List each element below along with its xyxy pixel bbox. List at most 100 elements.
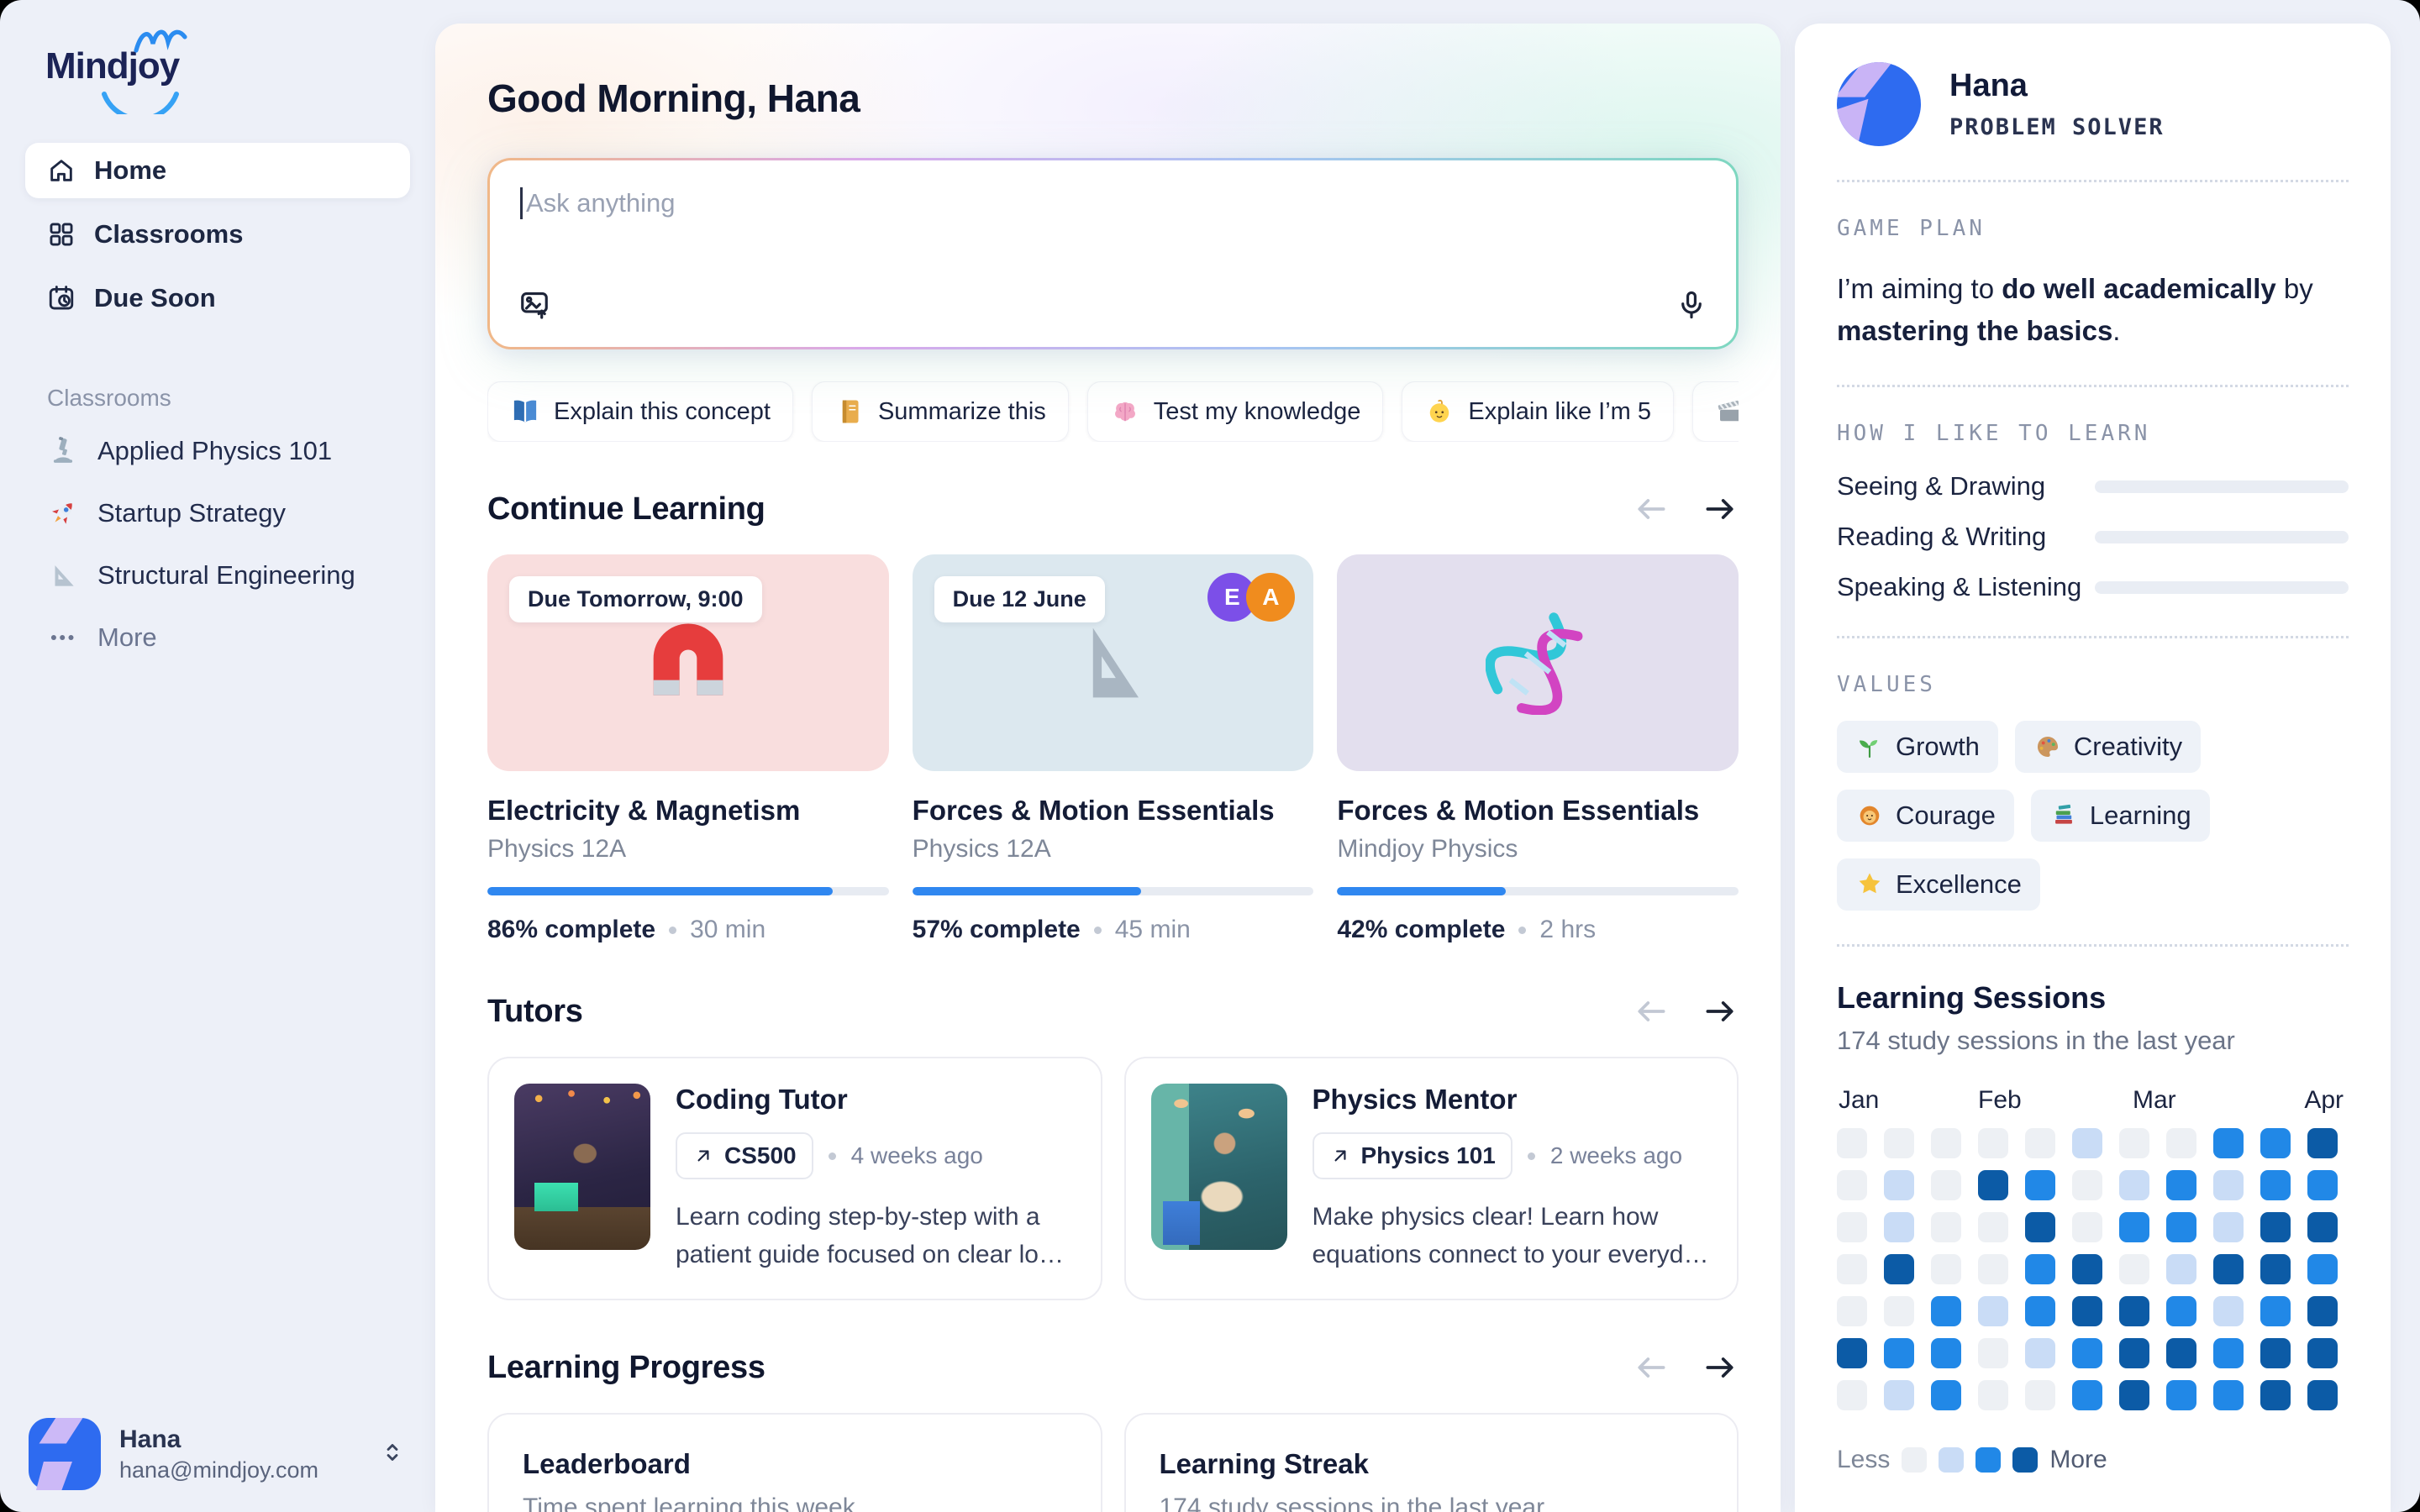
- heatmap-cell: [1884, 1128, 1914, 1158]
- heatmap-cell: [2213, 1338, 2244, 1368]
- duration-label: 30 min: [690, 916, 765, 944]
- heatmap-cell: [2119, 1296, 2149, 1326]
- heatmap-cell: [2213, 1170, 2244, 1200]
- due-badge: Due 12 June: [934, 576, 1105, 622]
- arrow-left-icon[interactable]: [1633, 491, 1670, 528]
- heatmap-cell: [2119, 1128, 2149, 1158]
- quick-action-chip[interactable]: Test my knowledge: [1087, 381, 1384, 442]
- heatmap-cell: [1931, 1338, 1961, 1368]
- arrow-left-icon[interactable]: [1633, 993, 1670, 1030]
- sidebar-classroom-item[interactable]: Startup Strategy: [25, 482, 410, 544]
- arrow-left-icon[interactable]: [1633, 1349, 1670, 1386]
- image-upload-icon[interactable]: [518, 289, 550, 325]
- progress-bar: [913, 887, 1314, 895]
- progress-card[interactable]: Leaderboard Time spent learning this wee…: [487, 1413, 1102, 1512]
- quick-action-chip[interactable]: [1692, 381, 1739, 442]
- divider: [1837, 180, 2349, 182]
- panel-user-name: Hana: [1949, 68, 2165, 104]
- heatmap-cell: [2072, 1170, 2102, 1200]
- logo-squiggle-icon: [133, 24, 193, 57]
- course-title: Forces & Motion Essentials: [1337, 795, 1739, 827]
- arrow-up-right-icon: [1329, 1145, 1351, 1167]
- microphone-icon[interactable]: [1676, 289, 1707, 325]
- course-cover: [1337, 554, 1739, 771]
- progress-card[interactable]: Learning Streak 174 study sessions in th…: [1124, 1413, 1739, 1512]
- quick-action-chip[interactable]: Summarize this: [812, 381, 1069, 442]
- course-title: Forces & Motion Essentials: [913, 795, 1314, 827]
- course-card[interactable]: Due 12 June EA Forces & Motion Essential…: [913, 554, 1314, 944]
- sidebar-nav: Home Classrooms Due Soon: [25, 143, 410, 326]
- heatmap-cell: [2025, 1254, 2055, 1284]
- brain-icon: [1110, 396, 1140, 427]
- legend-cell: [1902, 1447, 1927, 1473]
- ask-input[interactable]: Ask anything: [490, 160, 1736, 347]
- quick-action-chip[interactable]: Explain this concept: [487, 381, 793, 442]
- heatmap-cell: [2307, 1296, 2338, 1326]
- heatmap-month-label: Jan: [1839, 1086, 1879, 1115]
- divider: [1837, 385, 2349, 387]
- tutor-title: Coding Tutor: [676, 1084, 1076, 1116]
- quick-action-chip[interactable]: Explain like I’m 5: [1402, 381, 1674, 442]
- profile-panel: Hana PROBLEM SOLVER GAME PLAN I’m aiming…: [1795, 24, 2391, 1512]
- heatmap-cell: [1978, 1380, 2008, 1410]
- arrow-right-icon[interactable]: [1702, 491, 1739, 528]
- profile-avatar: [29, 1418, 101, 1490]
- learning-style-row: Reading & Writing: [1837, 522, 2349, 552]
- arrow-right-icon[interactable]: [1702, 993, 1739, 1030]
- sidebar-item-home[interactable]: Home: [25, 143, 410, 198]
- chevron-up-down-icon[interactable]: [378, 1438, 407, 1471]
- heatmap-cell: [1837, 1380, 1867, 1410]
- duration-label: 45 min: [1115, 916, 1191, 944]
- sidebar-more[interactable]: More: [25, 606, 410, 669]
- style-bar: [2095, 480, 2349, 493]
- legend-cell: [1939, 1447, 1964, 1473]
- heatmap-cell: [2025, 1338, 2055, 1368]
- arrow-right-icon[interactable]: [1702, 1349, 1739, 1386]
- legend-less-label: Less: [1837, 1446, 1890, 1474]
- tutor-course-tag[interactable]: CS500: [676, 1132, 813, 1179]
- sidebar-item-classrooms[interactable]: Classrooms: [25, 207, 410, 262]
- sidebar-item-due-soon[interactable]: Due Soon: [25, 270, 410, 326]
- learning-style-row: Seeing & Drawing: [1837, 471, 2349, 501]
- heatmap-cell: [2307, 1212, 2338, 1242]
- heatmap-cell: [2025, 1296, 2055, 1326]
- tutor-cards: Coding Tutor CS500 4 weeks ago Learn cod…: [487, 1057, 1739, 1300]
- heatmap-cell: [1931, 1254, 1961, 1284]
- heatmap-cell: [2307, 1338, 2338, 1368]
- course-subtitle: Physics 12A: [487, 835, 889, 864]
- course-card[interactable]: Forces & Motion Essentials Mindjoy Physi…: [1337, 554, 1739, 944]
- dot-separator: [669, 927, 676, 934]
- heatmap-cell: [1978, 1254, 2008, 1284]
- calendar-clock-icon: [47, 284, 76, 312]
- style-bar: [2095, 581, 2349, 594]
- panel-user-role: PROBLEM SOLVER: [1949, 114, 2165, 140]
- progress-bar: [1337, 887, 1739, 895]
- heatmap-cell: [2213, 1380, 2244, 1410]
- section-title: Tutors: [487, 994, 583, 1030]
- heatmap-cell: [1931, 1380, 1961, 1410]
- heatmap-cell: [2025, 1128, 2055, 1158]
- course-subtitle: Physics 12A: [913, 835, 1314, 864]
- tutor-course-tag[interactable]: Physics 101: [1313, 1132, 1512, 1179]
- heatmap-cell: [2119, 1338, 2149, 1368]
- heatmap-cell: [2166, 1212, 2196, 1242]
- heatmap-cell: [1884, 1170, 1914, 1200]
- heatmap-cell: [1884, 1254, 1914, 1284]
- tutor-card[interactable]: Coding Tutor CS500 4 weeks ago Learn cod…: [487, 1057, 1102, 1300]
- heatmap-cell: [1837, 1338, 1867, 1368]
- progress-label: 86% complete: [487, 916, 655, 944]
- course-card[interactable]: Due Tomorrow, 9:00 Electricity & Magneti…: [487, 554, 889, 944]
- heatmap-month-label: Feb: [1978, 1086, 2022, 1115]
- tutor-card[interactable]: Physics Mentor Physics 101 2 weeks ago M…: [1124, 1057, 1739, 1300]
- sidebar-classroom-item[interactable]: Applied Physics 101: [25, 420, 410, 482]
- heatmap-cell: [2260, 1128, 2291, 1158]
- sidebar-classroom-item[interactable]: Structural Engineering: [25, 544, 410, 606]
- heatmap-cell: [2119, 1254, 2149, 1284]
- course-subtitle: Mindjoy Physics: [1337, 835, 1739, 864]
- heatmap-cell: [1978, 1170, 2008, 1200]
- dot-separator: [829, 1152, 836, 1160]
- heatmap-cell: [1837, 1212, 1867, 1242]
- tutor-illustration: [514, 1084, 650, 1250]
- sessions-heatmap: [1837, 1128, 2349, 1410]
- sidebar-profile[interactable]: Hana hana@mindjoy.com: [25, 1418, 410, 1490]
